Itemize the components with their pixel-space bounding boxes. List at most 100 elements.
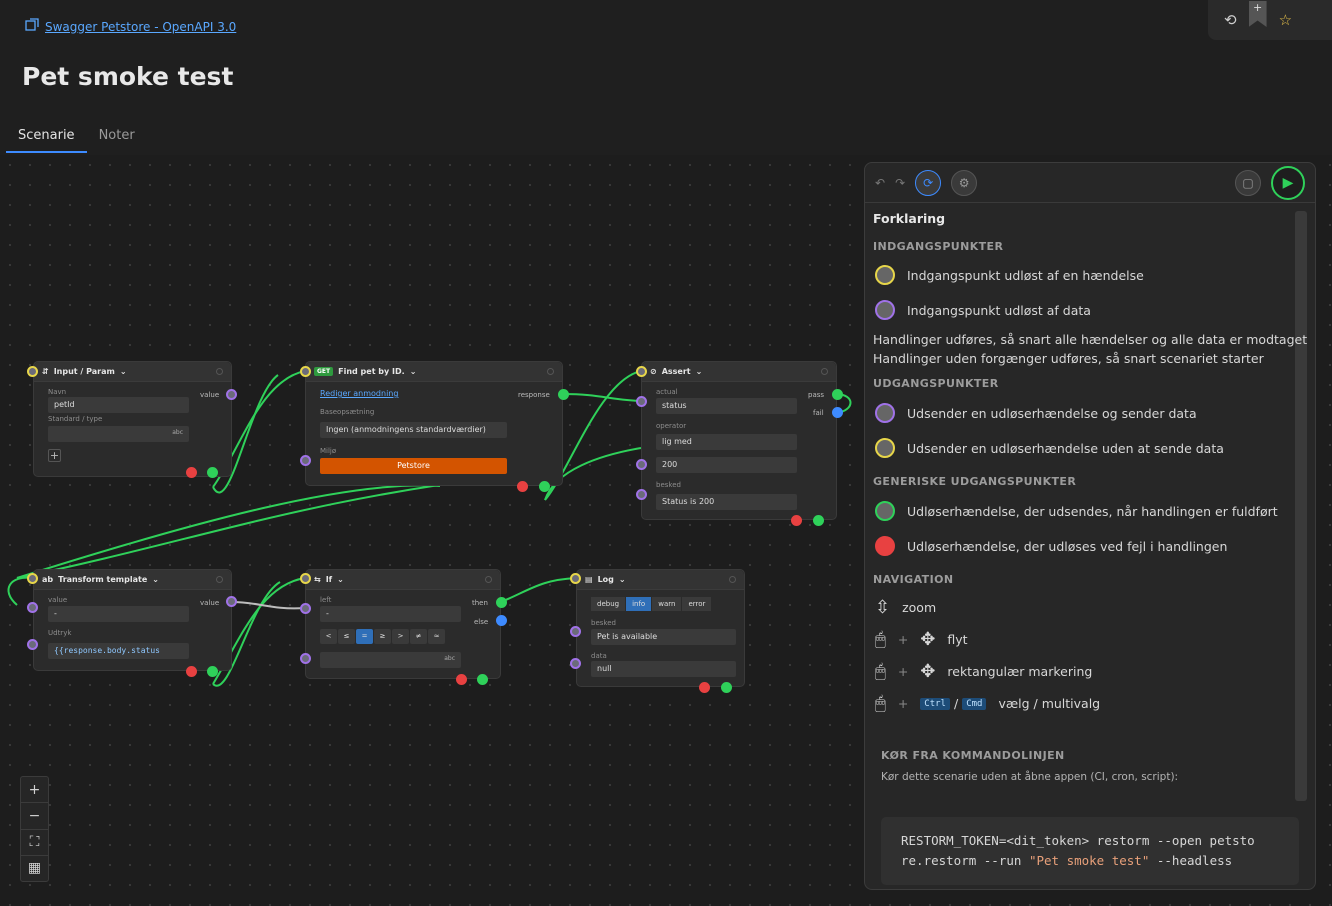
scrollbar[interactable] bbox=[1295, 211, 1307, 801]
expected-in-port[interactable] bbox=[636, 459, 647, 470]
fail-port[interactable] bbox=[832, 407, 843, 418]
operator-button[interactable]: ≤ bbox=[338, 629, 355, 644]
error-port[interactable] bbox=[517, 481, 528, 492]
operator-button[interactable]: > bbox=[392, 629, 409, 644]
pass-port[interactable] bbox=[832, 389, 843, 400]
ok-port[interactable] bbox=[207, 666, 218, 677]
level-debug-button[interactable]: debug bbox=[591, 597, 627, 611]
value-out-label: value bbox=[200, 599, 220, 607]
navn-input[interactable]: petId bbox=[48, 397, 189, 413]
cli-code-block[interactable]: RESTORM_TOKEN=<dit_token> restorm --open… bbox=[881, 817, 1299, 885]
data-in-port[interactable] bbox=[300, 455, 311, 466]
operator-button[interactable]: ≥ bbox=[374, 629, 391, 644]
ok-port[interactable] bbox=[207, 467, 218, 478]
left-in-port[interactable] bbox=[300, 603, 311, 614]
run-button[interactable]: ▶ bbox=[1271, 165, 1305, 200]
level-error-button[interactable]: error bbox=[682, 597, 713, 611]
then-port[interactable] bbox=[496, 597, 507, 608]
left-input[interactable]: - bbox=[320, 606, 461, 622]
zoom-in-button[interactable]: + bbox=[21, 777, 48, 804]
actual-input[interactable]: status bbox=[656, 398, 797, 414]
else-port[interactable] bbox=[496, 615, 507, 626]
ok-port[interactable] bbox=[539, 481, 550, 492]
actual-in-port[interactable] bbox=[636, 396, 647, 407]
chevron-down-icon[interactable]: ⌄ bbox=[120, 367, 127, 376]
right-in-port[interactable] bbox=[300, 653, 311, 664]
level-info-button[interactable]: info bbox=[626, 597, 653, 611]
redo-icon[interactable]: ↷ bbox=[895, 176, 905, 190]
entry-port[interactable] bbox=[27, 573, 38, 584]
chevron-down-icon[interactable]: ⌄ bbox=[696, 367, 703, 376]
operator-button[interactable]: ≠ bbox=[410, 629, 427, 644]
error-port[interactable] bbox=[456, 674, 467, 685]
operator-button[interactable]: < bbox=[320, 629, 337, 644]
undo-icon[interactable]: ↶ bbox=[875, 176, 885, 190]
error-port[interactable] bbox=[699, 682, 710, 693]
node-input-param[interactable]: ⇵ Input / Param ⌄ Navn petId Standard / ty… bbox=[33, 361, 232, 477]
chevron-down-icon[interactable]: ⌄ bbox=[619, 575, 626, 584]
fit-view-button[interactable]: ⛶ bbox=[21, 830, 48, 856]
operator-select[interactable]: lig med bbox=[656, 434, 797, 450]
value-out-port[interactable] bbox=[226, 389, 237, 400]
error-port[interactable] bbox=[186, 467, 197, 478]
udtryk-in-port[interactable] bbox=[27, 639, 38, 650]
tab-noter[interactable]: Noter bbox=[87, 124, 147, 153]
data-in-port[interactable] bbox=[570, 658, 581, 669]
value-input[interactable]: - bbox=[48, 606, 189, 622]
entry-port[interactable] bbox=[300, 366, 311, 377]
history-icon[interactable]: ⟲ bbox=[1224, 11, 1237, 29]
zoom-out-button[interactable]: − bbox=[21, 803, 48, 830]
besked-in-port[interactable] bbox=[570, 626, 581, 637]
node-find-pet[interactable]: GET Find pet by ID. ⌄ Rediger anmodning re… bbox=[305, 361, 563, 486]
node-if[interactable]: ⇆ If ⌄ left - then else < ≤ = ≥ > ≠ ≈ abc bbox=[305, 569, 501, 679]
chevron-down-icon[interactable]: ⌄ bbox=[337, 575, 344, 584]
stop-icon[interactable]: ▢ bbox=[1235, 169, 1261, 196]
legend-text: Udsender en udløserhændelse uden at send… bbox=[907, 440, 1224, 456]
data-input[interactable]: null bbox=[591, 661, 736, 677]
api-link[interactable]: Swagger Petstore - OpenAPI 3.0 bbox=[45, 20, 236, 34]
chevron-down-icon[interactable]: ⌄ bbox=[410, 367, 417, 376]
ok-port[interactable] bbox=[813, 515, 824, 526]
error-port[interactable] bbox=[186, 666, 197, 677]
entry-port[interactable] bbox=[570, 573, 581, 584]
operator-button[interactable]: = bbox=[356, 629, 373, 644]
besked-input[interactable]: Status is 200 bbox=[656, 494, 797, 510]
node-assert[interactable]: ⊘ Assert ⌄ actual status operator lig med … bbox=[641, 361, 837, 520]
node-title: If bbox=[325, 575, 333, 584]
navn-label: Navn bbox=[48, 388, 67, 396]
tab-scenarie[interactable]: Scenarie bbox=[6, 124, 87, 153]
value-out-port[interactable] bbox=[226, 596, 237, 607]
udtryk-input[interactable]: {{response.body.status bbox=[48, 643, 189, 659]
standard-input[interactable]: abc bbox=[48, 426, 189, 442]
map-icon[interactable]: ▦ bbox=[21, 856, 48, 881]
edit-request-link[interactable]: Rediger anmodning bbox=[320, 389, 398, 398]
ok-port[interactable] bbox=[477, 674, 488, 685]
star-icon[interactable]: ☆ bbox=[1279, 11, 1292, 29]
entry-port[interactable] bbox=[300, 573, 311, 584]
besked-input[interactable]: Pet is available bbox=[591, 629, 736, 645]
top-actions: ⟲ + ☆ bbox=[1208, 0, 1332, 40]
legend-text: flyt bbox=[947, 632, 968, 647]
node-transform[interactable]: ab Transform template ⌄ value - value Udtr… bbox=[33, 569, 232, 671]
response-out-port[interactable] bbox=[558, 389, 569, 400]
chevron-down-icon[interactable]: ⌄ bbox=[152, 575, 159, 584]
expected-input[interactable]: 200 bbox=[656, 457, 797, 473]
debug-icon[interactable]: ⚙ bbox=[951, 169, 978, 196]
node-log[interactable]: ▤ Log ⌄ debug info warn error besked Pet is a… bbox=[576, 569, 745, 687]
env-button[interactable]: Petstore bbox=[320, 458, 507, 474]
base-select[interactable]: Ingen (anmodningens standardværdier) bbox=[320, 422, 507, 438]
bookmark-icon[interactable]: + bbox=[1248, 1, 1267, 27]
entry-port[interactable] bbox=[27, 366, 38, 377]
error-port[interactable] bbox=[791, 515, 802, 526]
add-button[interactable]: + bbox=[48, 449, 61, 462]
refresh-icon[interactable]: ⟳ bbox=[915, 169, 942, 196]
value-in-port[interactable] bbox=[27, 602, 38, 613]
level-warn-button[interactable]: warn bbox=[652, 597, 683, 611]
entry-port[interactable] bbox=[636, 366, 647, 377]
operator-button[interactable]: ≈ bbox=[428, 629, 445, 644]
right-input[interactable]: abc bbox=[320, 652, 461, 668]
node-title: Log bbox=[597, 575, 614, 584]
besked-in-port[interactable] bbox=[636, 489, 647, 500]
ok-port[interactable] bbox=[721, 682, 732, 693]
panel-toolbar: ↶ ↷ ⟳ ⚙ ▢ ▶ bbox=[865, 163, 1315, 203]
